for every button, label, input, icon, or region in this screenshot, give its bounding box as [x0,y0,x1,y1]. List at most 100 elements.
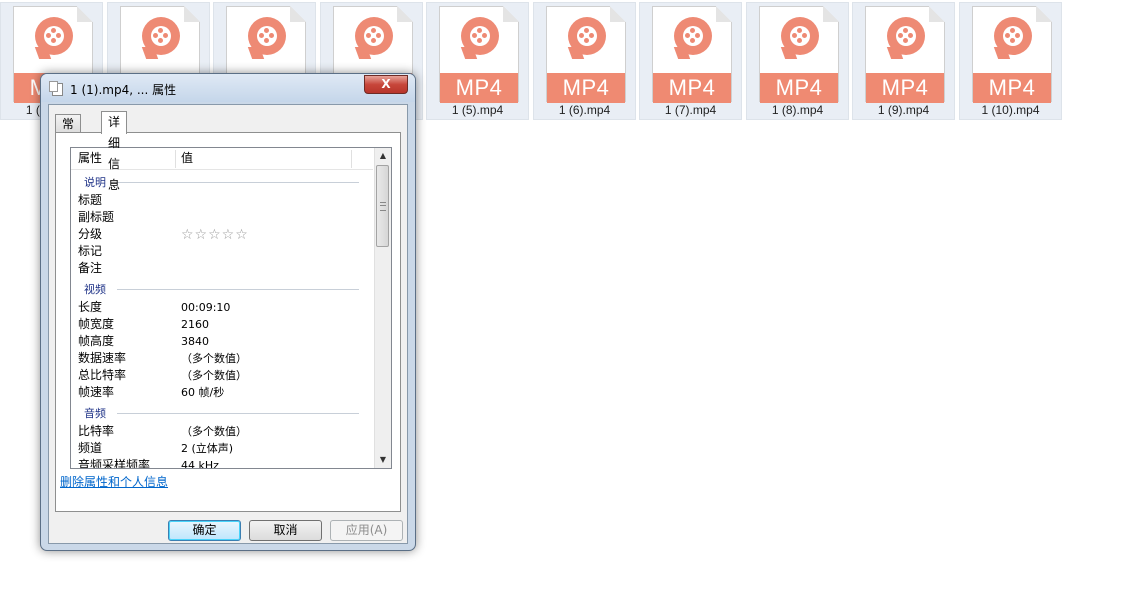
film-reel-icon [151,26,171,46]
video-player-logo-icon [780,17,819,59]
property-name: 备注 [78,261,103,275]
group-label: 音频 [84,407,106,420]
property-row[interactable]: 帧高度 3840 [71,333,373,350]
page-fold [77,6,93,22]
close-button[interactable]: X [364,75,408,94]
dialog-body: 常规 详细信息 属性 值 说明标题副标题分级 ☆☆☆☆☆ 标记备注视频长度 00:09… [48,104,408,544]
tab-general[interactable]: 常规 [55,114,82,150]
page-fold [184,6,200,22]
video-player-logo-icon [247,17,286,59]
property-name: 数据速率 [78,351,127,365]
details-panel: 属性 值 说明标题副标题分级 ☆☆☆☆☆ 标记 备注视频长度 00:09:10 帧宽度 21… [55,132,401,512]
property-row[interactable]: 频道 2 (立体声) [71,440,373,457]
vertical-scrollbar[interactable]: ▲ ▼ [374,148,391,468]
property-name: 标题 [78,193,103,207]
column-header-value[interactable]: 值 [181,148,193,169]
file-type-band: MP4 [973,73,1051,103]
file-type-band: MP4 [653,73,731,103]
dialog-title: 1 (1).mp4, ... 属性 [70,83,177,97]
property-row[interactable]: 比特率 （多个数值） [71,423,373,440]
file-tile[interactable]: MP4 1 (5).mp4 [426,2,529,120]
file-tile[interactable]: MP4 1 (7).mp4 [639,2,742,120]
property-name: 比特率 [78,424,115,438]
property-row[interactable]: 帧速率 60 帧/秒 [71,384,373,401]
logo-tail [567,47,585,59]
film-reel-icon [577,26,597,46]
property-value: （多个数值） [181,369,247,382]
file-name[interactable]: 1 (7).mp4 [640,103,741,117]
file-name[interactable]: 1 (5).mp4 [427,103,528,117]
file-tile[interactable]: MP4 1 (6).mp4 [533,2,636,120]
film-reel-icon [470,26,490,46]
film-reel-icon [1003,26,1023,46]
property-value: 00:09:10 [181,301,231,314]
property-name: 帧宽度 [78,317,115,331]
scroll-down-arrow-icon[interactable]: ▼ [375,452,391,468]
title-bar[interactable]: 1 (1).mp4, ... 属性 X [41,74,415,102]
remove-properties-link[interactable]: 删除属性和个人信息 [60,473,168,490]
file-type-band: MP4 [440,73,518,103]
file-name[interactable]: 1 (9).mp4 [853,103,954,117]
page-fold [397,6,413,22]
logo-tail [673,47,691,59]
video-player-logo-icon [567,17,606,59]
logo-tail [141,47,159,59]
property-value: 3840 [181,335,209,348]
file-tile[interactable]: MP4 1 (8).mp4 [746,2,849,120]
video-player-logo-icon [886,17,925,59]
property-row[interactable]: 音频采样频率 44 kHz [71,457,373,469]
file-page: MP4 [652,6,732,103]
film-reel-icon [790,26,810,46]
video-player-logo-icon [354,17,393,59]
property-row[interactable]: 数据速率 （多个数值） [71,350,373,367]
property-name: 分级 [78,227,103,241]
column-divider[interactable] [175,150,176,168]
group-header: 音频 [71,401,373,423]
property-row[interactable]: 备注 [71,260,373,277]
group-label: 视频 [84,283,106,296]
property-name: 频道 [78,441,103,455]
property-name: 副标题 [78,210,115,224]
file-page: MP4 [865,6,945,103]
property-value: （多个数值） [181,425,247,438]
page-fold [716,6,732,22]
group-divider [117,182,359,183]
page-fold [823,6,839,22]
group-label: 说明 [84,176,106,189]
column-header-property[interactable]: 属性 [78,148,102,169]
page-fold [929,6,945,22]
apply-button[interactable]: 应用(A) [330,520,403,541]
file-page: MP4 [972,6,1052,103]
logo-tail [886,47,904,59]
property-name: 帧速率 [78,385,115,399]
film-reel-icon [896,26,916,46]
property-row[interactable]: 副标题 [71,209,373,226]
tab-details[interactable]: 详细信息 [101,111,128,192]
property-value: 44 kHz [181,459,219,469]
property-row[interactable]: 帧宽度 2160 [71,316,373,333]
property-row[interactable]: 分级 ☆☆☆☆☆ [71,226,373,243]
file-name[interactable]: 1 (10).mp4 [960,103,1061,117]
file-name[interactable]: 1 (6).mp4 [534,103,635,117]
property-rows: 说明标题副标题分级 ☆☆☆☆☆ 标记 备注视频长度 00:09:10 帧宽度 2160 帧高度… [71,170,373,469]
rating-stars-icon[interactable]: ☆☆☆☆☆ [181,227,249,244]
page-fold [610,6,626,22]
file-page: MP4 [439,6,519,103]
group-header: 视频 [71,277,373,299]
film-reel-icon [364,26,384,46]
property-value: 2 (立体声) [181,442,234,455]
file-tile[interactable]: MP4 1 (10).mp4 [959,2,1062,120]
scroll-up-arrow-icon[interactable]: ▲ [375,148,391,164]
group-divider [117,413,359,414]
cancel-button[interactable]: 取消 [249,520,322,541]
column-divider[interactable] [351,150,352,168]
video-player-logo-icon [460,17,499,59]
property-value: 2160 [181,318,209,331]
scroll-thumb[interactable] [376,165,389,247]
file-tile[interactable]: MP4 1 (9).mp4 [852,2,955,120]
ok-button[interactable]: 确定 [168,520,241,541]
property-row[interactable]: 总比特率 （多个数值） [71,367,373,384]
property-row[interactable]: 长度 00:09:10 [71,299,373,316]
property-row[interactable]: 标记 [71,243,373,260]
file-name[interactable]: 1 (8).mp4 [747,103,848,117]
